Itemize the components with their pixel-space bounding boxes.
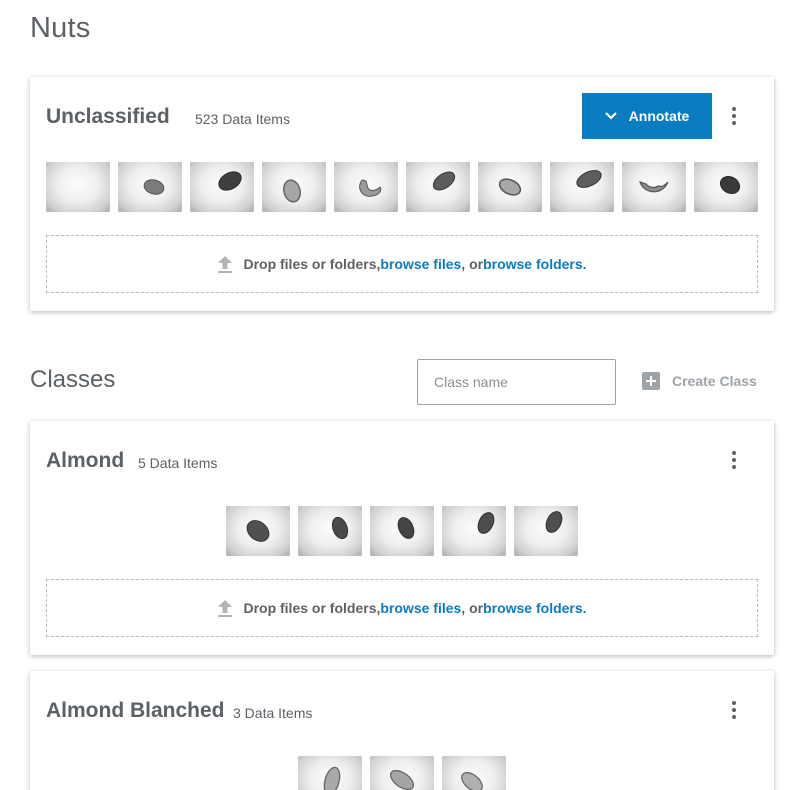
thumbnail[interactable]	[226, 506, 290, 556]
dropzone-text: Drop files or folders,	[243, 600, 381, 616]
plus-box-icon	[642, 372, 660, 390]
thumbnail[interactable]	[46, 162, 110, 212]
item-count: 3 Data Items	[233, 705, 313, 721]
create-class-button[interactable]: Create Class	[642, 372, 757, 390]
nut-image-icon	[331, 516, 349, 540]
more-options-icon[interactable]	[724, 104, 744, 128]
browse-folders-link[interactable]: browse folders.	[483, 600, 586, 616]
thumbnail[interactable]	[442, 506, 506, 556]
class-name-input[interactable]	[417, 359, 616, 405]
browse-folders-link[interactable]: browse folders.	[483, 256, 586, 272]
class-card-almond: Almond 5 Data Items Drop files or folder…	[30, 421, 774, 655]
item-count: 523 Data Items	[195, 111, 290, 127]
thumbnail[interactable]	[550, 162, 614, 212]
annotate-label: Annotate	[628, 108, 690, 124]
nut-image-icon	[639, 181, 669, 193]
thumbnail[interactable]	[298, 756, 362, 790]
thumbnail[interactable]	[442, 756, 506, 790]
page: Nuts Unclassified 523 Data Items Annotat…	[0, 0, 792, 790]
thumbnail[interactable]	[190, 162, 254, 212]
class-card-almond-blanched: Almond Blanched 3 Data Items	[30, 671, 774, 790]
page-title: Nuts	[30, 12, 91, 44]
nut-image-icon	[143, 179, 165, 195]
dropzone-separator: , or	[461, 600, 484, 616]
upload-icon	[218, 600, 233, 617]
nut-image-icon	[719, 175, 741, 195]
browse-files-link[interactable]: browse files	[380, 600, 461, 616]
upload-icon	[218, 256, 233, 273]
thumbnail[interactable]	[262, 162, 326, 212]
dropzone[interactable]: Drop files or folders, browse files , or…	[46, 579, 758, 637]
nut-image-icon	[397, 517, 415, 539]
card-header: Almond Blanched 3 Data Items	[46, 671, 758, 751]
card-header: Almond 5 Data Items	[46, 421, 758, 501]
more-options-icon[interactable]	[724, 698, 744, 722]
dropzone-separator: , or	[461, 256, 484, 272]
unclassified-card: Unclassified 523 Data Items Annotate Dro…	[30, 77, 774, 311]
image-icon	[46, 162, 110, 212]
thumbnail[interactable]	[478, 162, 542, 212]
nut-image-icon	[432, 171, 456, 191]
nut-image-icon	[545, 511, 563, 533]
card-title: Almond	[46, 449, 125, 472]
dropzone-text: Drop files or folders,	[243, 256, 381, 272]
annotate-button[interactable]: Annotate	[582, 93, 712, 139]
thumbnail[interactable]	[370, 756, 434, 790]
item-count: 5 Data Items	[138, 455, 218, 471]
nut-image-icon	[246, 520, 270, 542]
nut-image-icon	[477, 512, 495, 534]
chevron-down-icon	[604, 112, 617, 120]
dropzone[interactable]: Drop files or folders, browse files , or…	[46, 235, 758, 293]
card-header: Unclassified 523 Data Items Annotate	[46, 77, 758, 157]
nut-image-icon	[283, 179, 301, 203]
thumbnail[interactable]	[334, 162, 398, 212]
almond-blanched-thumbnails	[298, 756, 514, 790]
nut-image-icon	[323, 766, 341, 790]
nut-image-icon	[498, 178, 522, 196]
nut-image-icon	[218, 171, 242, 191]
thumbnail[interactable]	[298, 506, 362, 556]
unclassified-thumbnails	[46, 162, 766, 212]
card-title: Unclassified	[46, 105, 170, 128]
nut-image-icon	[576, 170, 602, 188]
thumbnail[interactable]	[514, 506, 578, 556]
classes-title: Classes	[30, 366, 116, 393]
nut-image-icon	[461, 771, 483, 790]
nut-image-icon	[389, 769, 415, 790]
browse-files-link[interactable]: browse files	[380, 256, 461, 272]
nut-image-icon	[359, 179, 382, 197]
card-title: Almond Blanched	[46, 699, 225, 722]
thumbnail[interactable]	[118, 162, 182, 212]
create-class-label: Create Class	[672, 373, 757, 389]
thumbnail[interactable]	[406, 162, 470, 212]
more-options-icon[interactable]	[724, 448, 744, 472]
thumbnail[interactable]	[694, 162, 758, 212]
thumbnail[interactable]	[622, 162, 686, 212]
thumbnail[interactable]	[370, 506, 434, 556]
almond-thumbnails	[226, 506, 586, 556]
